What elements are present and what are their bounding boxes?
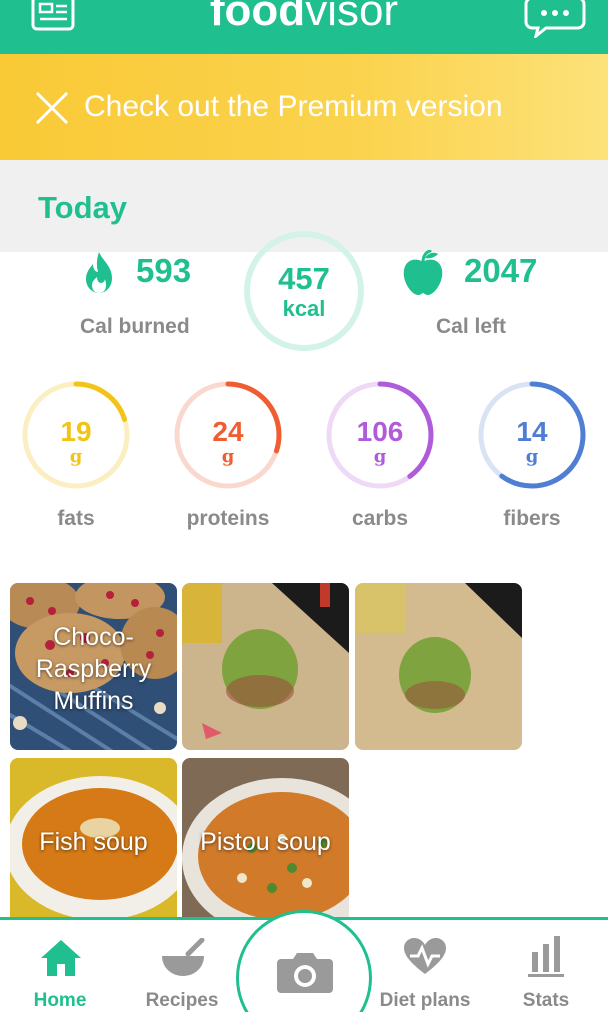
nav-label: Home [33, 990, 87, 1011]
heart-pulse-icon [404, 938, 446, 974]
home-icon [41, 940, 81, 976]
macro-ring-proteins[interactable]: 24 g [173, 380, 283, 490]
meal-tile-apple-2[interactable] [355, 583, 522, 750]
apple-photo [182, 583, 349, 750]
meal-label: Pistou soup [200, 828, 331, 856]
macro-unit: g [69, 446, 83, 467]
nav-label: Stats [522, 990, 570, 1011]
brand-logo: foodvisor [209, 0, 399, 35]
apple-photo [355, 583, 522, 750]
bar-chart-icon [528, 936, 564, 977]
macro-label: fats [57, 507, 95, 530]
nav-stats[interactable]: Stats [496, 920, 596, 1012]
meal-tile-muffins[interactable]: Choco- Raspberry Muffins [10, 583, 177, 750]
cal-burned-label: Cal burned [80, 315, 190, 338]
nav-diet-plans[interactable]: Diet plans [370, 920, 480, 1012]
nav-home[interactable]: Home [10, 920, 110, 1012]
kcal-unit: kcal [282, 296, 326, 321]
flame-icon [86, 252, 112, 293]
macro-value: 24 [212, 416, 244, 447]
macro-label: fibers [503, 507, 561, 530]
chat-icon[interactable] [524, 0, 586, 38]
macro-unit: g [525, 446, 539, 467]
today-label: Today [38, 190, 127, 225]
kcal-value: 457 [278, 261, 330, 296]
apple-icon [403, 250, 443, 295]
macro-value: 14 [516, 416, 548, 447]
macro-value: 106 [356, 416, 404, 447]
meal-tile-apple-1[interactable] [182, 583, 349, 750]
meal-tile-fish-soup[interactable]: Fish soup [10, 758, 177, 925]
macro-ring-fats[interactable]: 19 g [21, 380, 131, 490]
camera-icon [277, 953, 333, 993]
macro-label: proteins [186, 507, 270, 530]
app-header: foodvisor [0, 0, 608, 54]
meal-label: Fish soup [39, 828, 148, 856]
nav-recipes[interactable]: Recipes [132, 920, 232, 1012]
nav-label: Recipes [145, 990, 219, 1011]
nav-label: Diet plans [379, 990, 471, 1011]
premium-banner[interactable]: Check out the Premium version [0, 54, 608, 160]
macro-unit: g [373, 446, 387, 467]
premium-text[interactable]: Check out the Premium version [84, 90, 503, 124]
meal-label: Choco- Raspberry Muffins [35, 623, 152, 715]
macro-value: 19 [60, 416, 92, 447]
bowl-icon [162, 938, 205, 976]
cal-burned-value: 593 [136, 252, 192, 289]
macro-unit: g [221, 446, 235, 467]
cal-left-value: 2047 [464, 252, 538, 289]
macro-ring-fibers[interactable]: 14 g [477, 380, 587, 490]
meal-tile-pistou-soup[interactable]: Pistou soup [182, 758, 349, 925]
cal-left-label: Cal left [436, 315, 507, 338]
close-icon[interactable] [34, 90, 70, 126]
macro-ring-carbs[interactable]: 106 g [325, 380, 435, 490]
macro-label: carbs [351, 507, 409, 530]
